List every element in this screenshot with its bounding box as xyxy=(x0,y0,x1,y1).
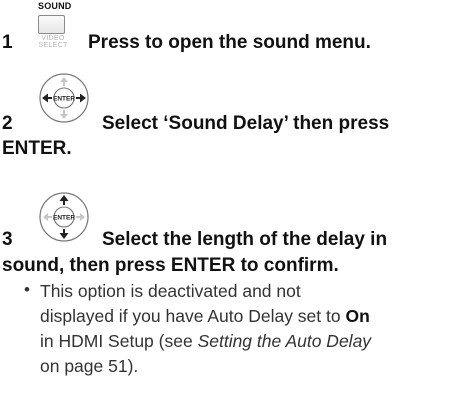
step-number-1: 1 xyxy=(2,32,13,53)
bullet-icon: • xyxy=(24,280,30,299)
note-line-1: This option is deactivated and not xyxy=(40,281,301,301)
step3-instruction-line1: Select the length of the delay in xyxy=(102,229,388,250)
note-line-2: displayed if you have Auto Delay set to … xyxy=(40,306,370,327)
step-number-3: 3 xyxy=(2,229,13,250)
enter-label: ENTER xyxy=(53,96,75,103)
note-line-3-text: in HDMI Setup (see xyxy=(40,331,198,351)
step-number-2: 2 xyxy=(2,113,13,134)
video-select-label: VIDEO SELECT xyxy=(36,35,70,49)
dpad-up-down-icon: ENTER xyxy=(39,192,89,242)
dpad-left-right-icon: ENTER xyxy=(39,73,89,123)
sound-button-label: SOUND xyxy=(38,1,72,11)
note-on-value: On xyxy=(345,306,370,326)
step3-instruction-line2: sound, then press ENTER to confirm. xyxy=(2,255,339,276)
note-line-2-text: displayed if you have Auto Delay set to xyxy=(40,306,346,326)
select-label: SELECT xyxy=(38,42,68,49)
note-line-3: in HDMI Setup (see Setting the Auto Dela… xyxy=(40,331,371,352)
note-line-4: on page 51). xyxy=(40,356,139,376)
step2-instruction-line2: ENTER. xyxy=(2,138,72,159)
step1-instruction: Press to open the sound menu. xyxy=(88,32,371,53)
enter-label: ENTER xyxy=(53,215,75,222)
step2-instruction-line1: Select ‘Sound Delay’ then press xyxy=(102,113,390,134)
video-label: VIDEO xyxy=(41,35,65,42)
note-cross-reference: Setting the Auto Delay xyxy=(197,331,372,351)
sound-button-icon xyxy=(38,15,65,34)
